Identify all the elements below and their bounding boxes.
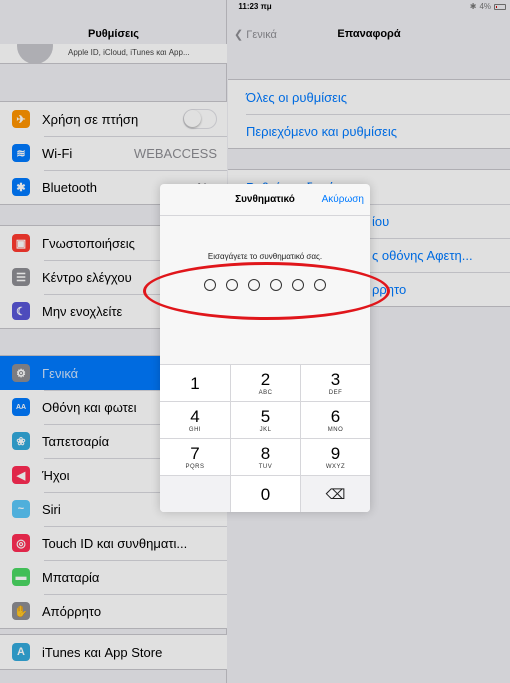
keypad-key-2[interactable]: 2 ABC (230, 364, 300, 401)
passcode-dot (292, 279, 304, 291)
keypad-key-8[interactable]: 8 TUV (230, 438, 300, 475)
keypad-key-9[interactable]: 9 WXYZ (300, 438, 370, 475)
key-letters: JKL (259, 426, 272, 433)
key-digit: 5 (260, 406, 271, 426)
delete-icon: ⌫ (325, 486, 346, 502)
key-letters: GHI (188, 426, 202, 433)
passcode-dots (160, 279, 370, 291)
keypad-key-6[interactable]: 6 MNO (300, 401, 370, 438)
key-digit: 7 (190, 443, 200, 463)
key-digit: 4 (190, 406, 200, 426)
keypad-key-1[interactable]: 1 (160, 364, 230, 401)
passcode-dot (314, 279, 326, 291)
key-letters: ABC (258, 389, 273, 396)
passcode-dot (204, 279, 216, 291)
passcode-header: Συνθηματικό Ακύρωση (160, 184, 370, 216)
keypad-key-5[interactable]: 5 JKL (230, 401, 300, 438)
passcode-prompt: Εισαγάγετε το συνθηματικό σας. (207, 252, 323, 261)
key-digit: 8 (260, 443, 271, 463)
keypad-key-3[interactable]: 3 DEF (300, 364, 370, 401)
key-digit: 6 (330, 406, 341, 426)
key-letters: PQRS (185, 463, 205, 470)
keypad-blank (160, 475, 230, 512)
key-digit: 9 (330, 443, 341, 463)
key-digit: 3 (330, 369, 341, 389)
passcode-dot (226, 279, 238, 291)
key-digit: 2 (260, 369, 271, 389)
key-digit: 1 (190, 373, 200, 393)
cancel-button[interactable]: Ακύρωση (322, 194, 364, 205)
keypad-key-7[interactable]: 7 PQRS (160, 438, 230, 475)
passcode-dot (248, 279, 260, 291)
numeric-keypad: 1 2 ABC 3 DEF 4 GHI 5 JKL 6 MNO 7 PQRS 8 TUV 9 WXYZ 0 ⌫ (160, 364, 370, 512)
passcode-dot (270, 279, 282, 291)
key-letters: TUV (258, 463, 273, 470)
passcode-sheet: Συνθηματικό Ακύρωση Εισαγάγετε το συνθημ… (160, 184, 370, 512)
keypad-key-0[interactable]: 0 (230, 475, 300, 512)
keypad-key-4[interactable]: 4 GHI (160, 401, 230, 438)
delete-key[interactable]: ⌫ (300, 475, 370, 512)
key-letters: DEF (328, 389, 343, 396)
key-letters: MNO (327, 426, 344, 433)
key-digit: 0 (260, 484, 271, 504)
key-letters: WXYZ (325, 463, 346, 470)
